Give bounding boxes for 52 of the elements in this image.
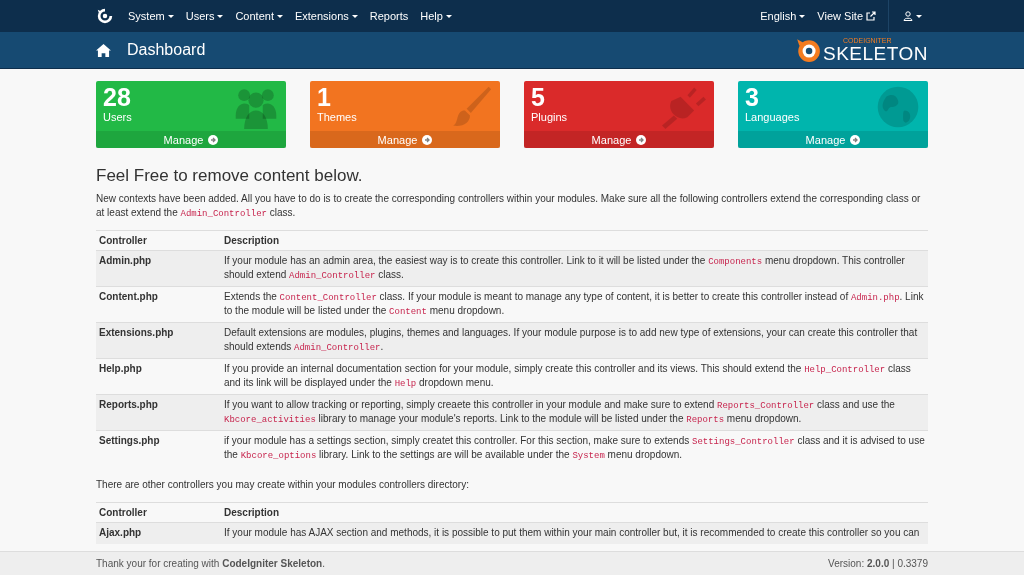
nav-menu[interactable]: Reports: [369, 10, 409, 22]
logo-title: SKELETON: [822, 44, 928, 63]
arrow-circle-icon: [422, 134, 433, 145]
stat-label: Plugins: [531, 111, 568, 123]
user-icon: [903, 11, 913, 21]
nav-menu[interactable]: Users: [185, 10, 224, 22]
column-header: Description: [221, 502, 928, 523]
controller-name: Admin.php: [96, 250, 221, 287]
controller-name: Extensions.php: [96, 322, 221, 359]
controller-name: Ajax.php: [96, 522, 221, 544]
globe-icon: [876, 85, 920, 129]
description-cell: If you want to allow tracking or reporting, simply creaete this controller in your module and make sure to extend Reports_Controller class and use the Kbcore_activities library to manage your module's reports. Link to the module will be listed under the Reports menu dropdown.: [221, 394, 928, 431]
intro-paragraph: New contexts have been added. All you have to do is to create the corresponding controllers within your modules. Make sure all the following controllers extend the corresponding class or at least extend the Admin_Controller class.: [96, 192, 922, 220]
nav-menu[interactable]: System: [128, 10, 174, 22]
controller-name: Content.php: [96, 286, 221, 323]
controller-name: Reports.php: [96, 394, 221, 431]
stat-count: 1: [317, 83, 332, 111]
controller-name: Help.php: [96, 358, 221, 395]
column-header: Controller: [96, 502, 221, 523]
nav-menu[interactable]: Extensions: [294, 10, 358, 22]
section-heading: Feel Free to remove content below.: [96, 166, 364, 186]
owl-logo-icon[interactable]: [96, 7, 114, 25]
description-cell: if your module has a settings section, simply createt this controller. For this section, make sure to extends Settings_Controller class and it is advised to use the Kbcore_options library. Link to the settings are will be available under the System menu dropdown.: [221, 430, 928, 466]
description-cell: If your module has an admin area, the easiest way is to create this controller. Link to it will be listed under the Components menu dropdown. This controller should extend Admin_Controller class.: [221, 250, 928, 287]
footer-text: Thank your for creating with CodeIgniter Skeleton.: [96, 558, 325, 569]
manage-link[interactable]: Manage: [310, 131, 500, 148]
nav-menu[interactable]: Content: [235, 10, 283, 22]
description-cell: If you provide an internal documentation section for your module, simply create this controller and its views. This should extend the Help_Controller class and its link will be displayed under the Help dropdown menu.: [221, 358, 928, 395]
language-menu[interactable]: English: [760, 10, 806, 22]
plug-icon: [662, 85, 706, 129]
stat-count: 28: [103, 83, 132, 111]
stat-label: Languages: [745, 111, 800, 123]
view-site-link[interactable]: View Site: [817, 10, 876, 22]
controller-name: Settings.php: [96, 430, 221, 466]
page-title: Dashboard: [127, 41, 206, 59]
home-icon[interactable]: [96, 43, 111, 57]
arrow-circle-icon: [850, 134, 861, 145]
column-header: Description: [221, 230, 928, 251]
stat-count: 5: [531, 83, 546, 111]
external-link-icon: [866, 11, 876, 21]
arrow-circle-icon: [208, 134, 219, 145]
stat-count: 3: [745, 83, 760, 111]
column-header: Controller: [96, 230, 221, 251]
arrow-circle-icon: [636, 134, 647, 145]
owl-logo-icon: [794, 37, 821, 63]
stat-label: Users: [103, 111, 132, 123]
description-cell: If your module has AJAX section and methods, it is possible to put them within your main controller but, it is recommended to create this controller so you can: [221, 522, 928, 544]
paragraph: There are other controllers you may create within your modules controllers directory:: [96, 478, 470, 492]
manage-link[interactable]: Manage: [524, 131, 714, 148]
stat-label: Themes: [317, 111, 357, 123]
version-text: Version: 2.0.0 | 0.3379: [828, 558, 928, 569]
nav-menu[interactable]: Help: [420, 10, 452, 22]
